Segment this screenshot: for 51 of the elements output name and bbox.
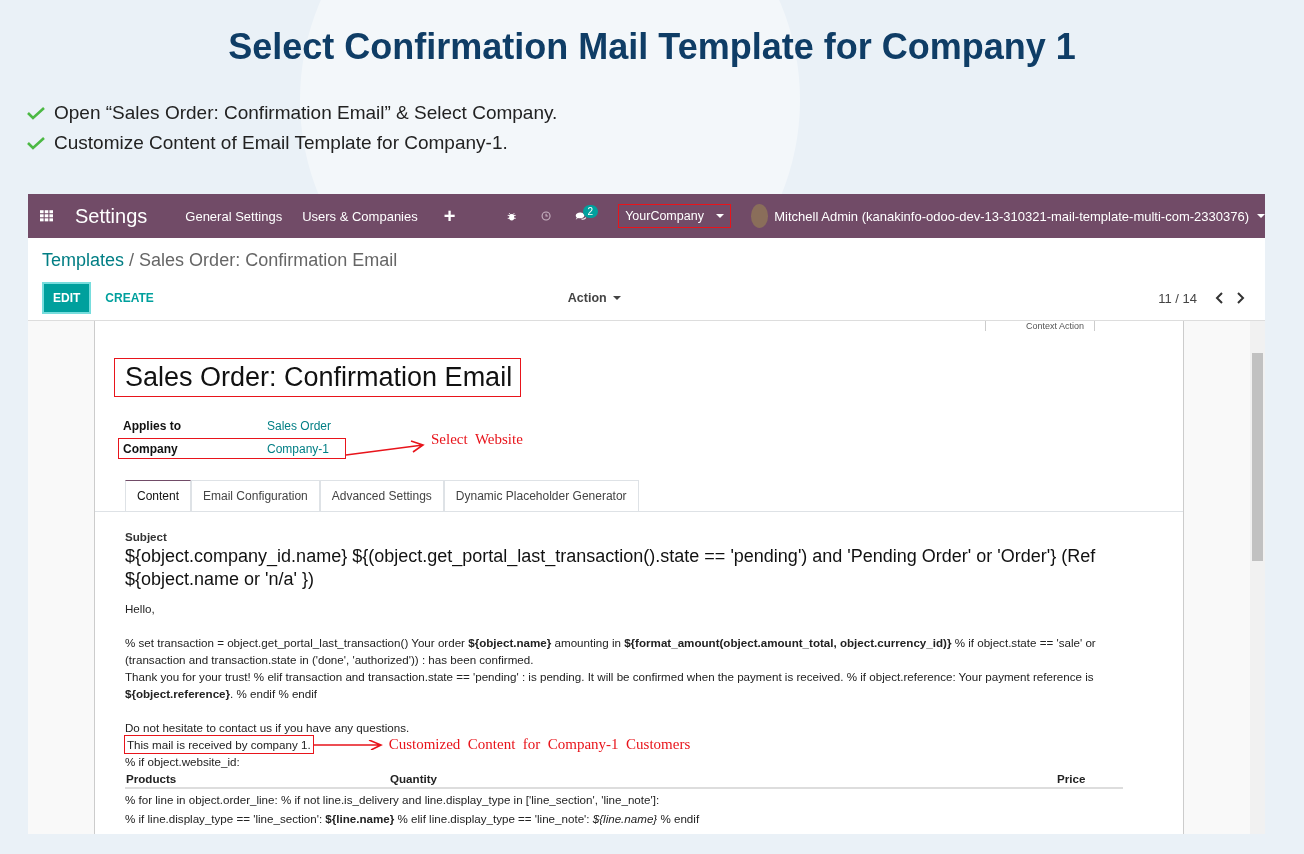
body-text: Do not hesitate to contact us if you have any questions. <box>125 720 410 736</box>
avatar-circle <box>750 204 769 228</box>
annotation-text: Customized Content for Company-1 Customers <box>388 736 691 753</box>
subject-text: ${object.company_id.name} ${(object.get_portal_last_transaction().state == 'pending') and 'Pending Order' or 'Order'} (Ref ${object.name or 'n/a' }) <box>125 545 1097 591</box>
annotation-text: Select Website <box>431 431 523 448</box>
app-title: Settings <box>75 204 148 228</box>
body-text: Hello, <box>125 601 155 617</box>
previous-icon[interactable] <box>1215 292 1224 304</box>
check-icon <box>26 136 46 150</box>
form-tab[interactable]: Email Configuration <box>191 480 320 511</box>
company-switcher[interactable]: YourCompany <box>618 204 731 228</box>
body-text: This mail is received by company 1. <box>125 736 313 753</box>
check-icon <box>26 106 46 120</box>
body-text: % if line.display_type == 'line_section': ${line.name} % elif line.display_type == 'line_note': ${line.name} % endif <box>125 811 701 827</box>
form-tab[interactable]: Content <box>125 480 192 511</box>
page-heading: Select Confirmation Mail Template for Company 1 <box>227 25 1077 69</box>
message-count-badge: 2 <box>582 204 599 218</box>
menu-item[interactable]: Users & Companies <box>302 208 418 224</box>
user-menu[interactable]: Mitchell Admin (kanakinfo-odoo-dev-13-310321-mail-template-multi-com-2330376) <box>774 208 1249 224</box>
form-tab[interactable]: Dynamic Placeholder Generator <box>443 480 639 511</box>
add-menu[interactable]: + <box>443 204 456 228</box>
checklist-item: Customize Content of Email Template for Company-1. <box>54 132 508 154</box>
field-label: Applies to <box>123 418 182 433</box>
arrow-icon <box>345 439 425 458</box>
next-icon[interactable] <box>1236 292 1245 304</box>
menu-item[interactable]: General Settings <box>185 208 283 224</box>
scrollbar[interactable] <box>1250 321 1265 834</box>
field-label: Company <box>123 441 179 456</box>
checklist-item: Open “Sales Order: Confirmation Email” & Select Company. <box>54 102 558 124</box>
field-value[interactable]: Sales Order <box>267 418 341 433</box>
body-text: Thank you for your trust! % elif transaction and transaction.state == 'pending' : is pending. It will be confirmed when the payment is received. % if object.reference: Your payment reference is ${object.reference}. % endif % endif <box>125 669 1095 702</box>
breadcrumb-current: Sales Order: Confirmation Email <box>139 250 398 270</box>
form-tab[interactable]: Advanced Settings <box>319 480 444 511</box>
action-dropdown[interactable]: Action <box>567 291 621 305</box>
caret-icon[interactable] <box>1257 214 1265 218</box>
subject-label: Subject <box>125 529 168 545</box>
clock-icon[interactable] <box>540 209 551 223</box>
stat-button[interactable]: Context Action <box>984 321 1095 331</box>
body-text: % set transaction = object.get_portal_last_transaction() Your order ${object.name} amounting in ${format_amount(object.amount_total, object.currency_id)} % if object.state == 'sale' or (transaction and transaction.state in ('done', 'authorized')) : has been confirmed. <box>125 635 1097 668</box>
column-header: Quantity <box>390 771 439 787</box>
record-title: Sales Order: Confirmation Email <box>115 359 521 396</box>
field-value[interactable]: Company-1 <box>267 441 341 456</box>
body-text: % if object.website_id: <box>125 754 240 770</box>
apps-menu-icon[interactable] <box>40 208 54 224</box>
body-text: % for line in object.order_line: % if not line.is_delivery and line.display_type in ['line_section', 'line_note']: <box>125 792 661 808</box>
column-header: Price <box>1057 771 1087 787</box>
pager-counter: 11 / 14 <box>1158 290 1197 306</box>
breadcrumb-link[interactable]: Templates <box>42 250 125 270</box>
column-header: Products <box>126 771 178 787</box>
arrow-icon <box>312 739 383 750</box>
breadcrumb-separator: / <box>129 250 135 270</box>
